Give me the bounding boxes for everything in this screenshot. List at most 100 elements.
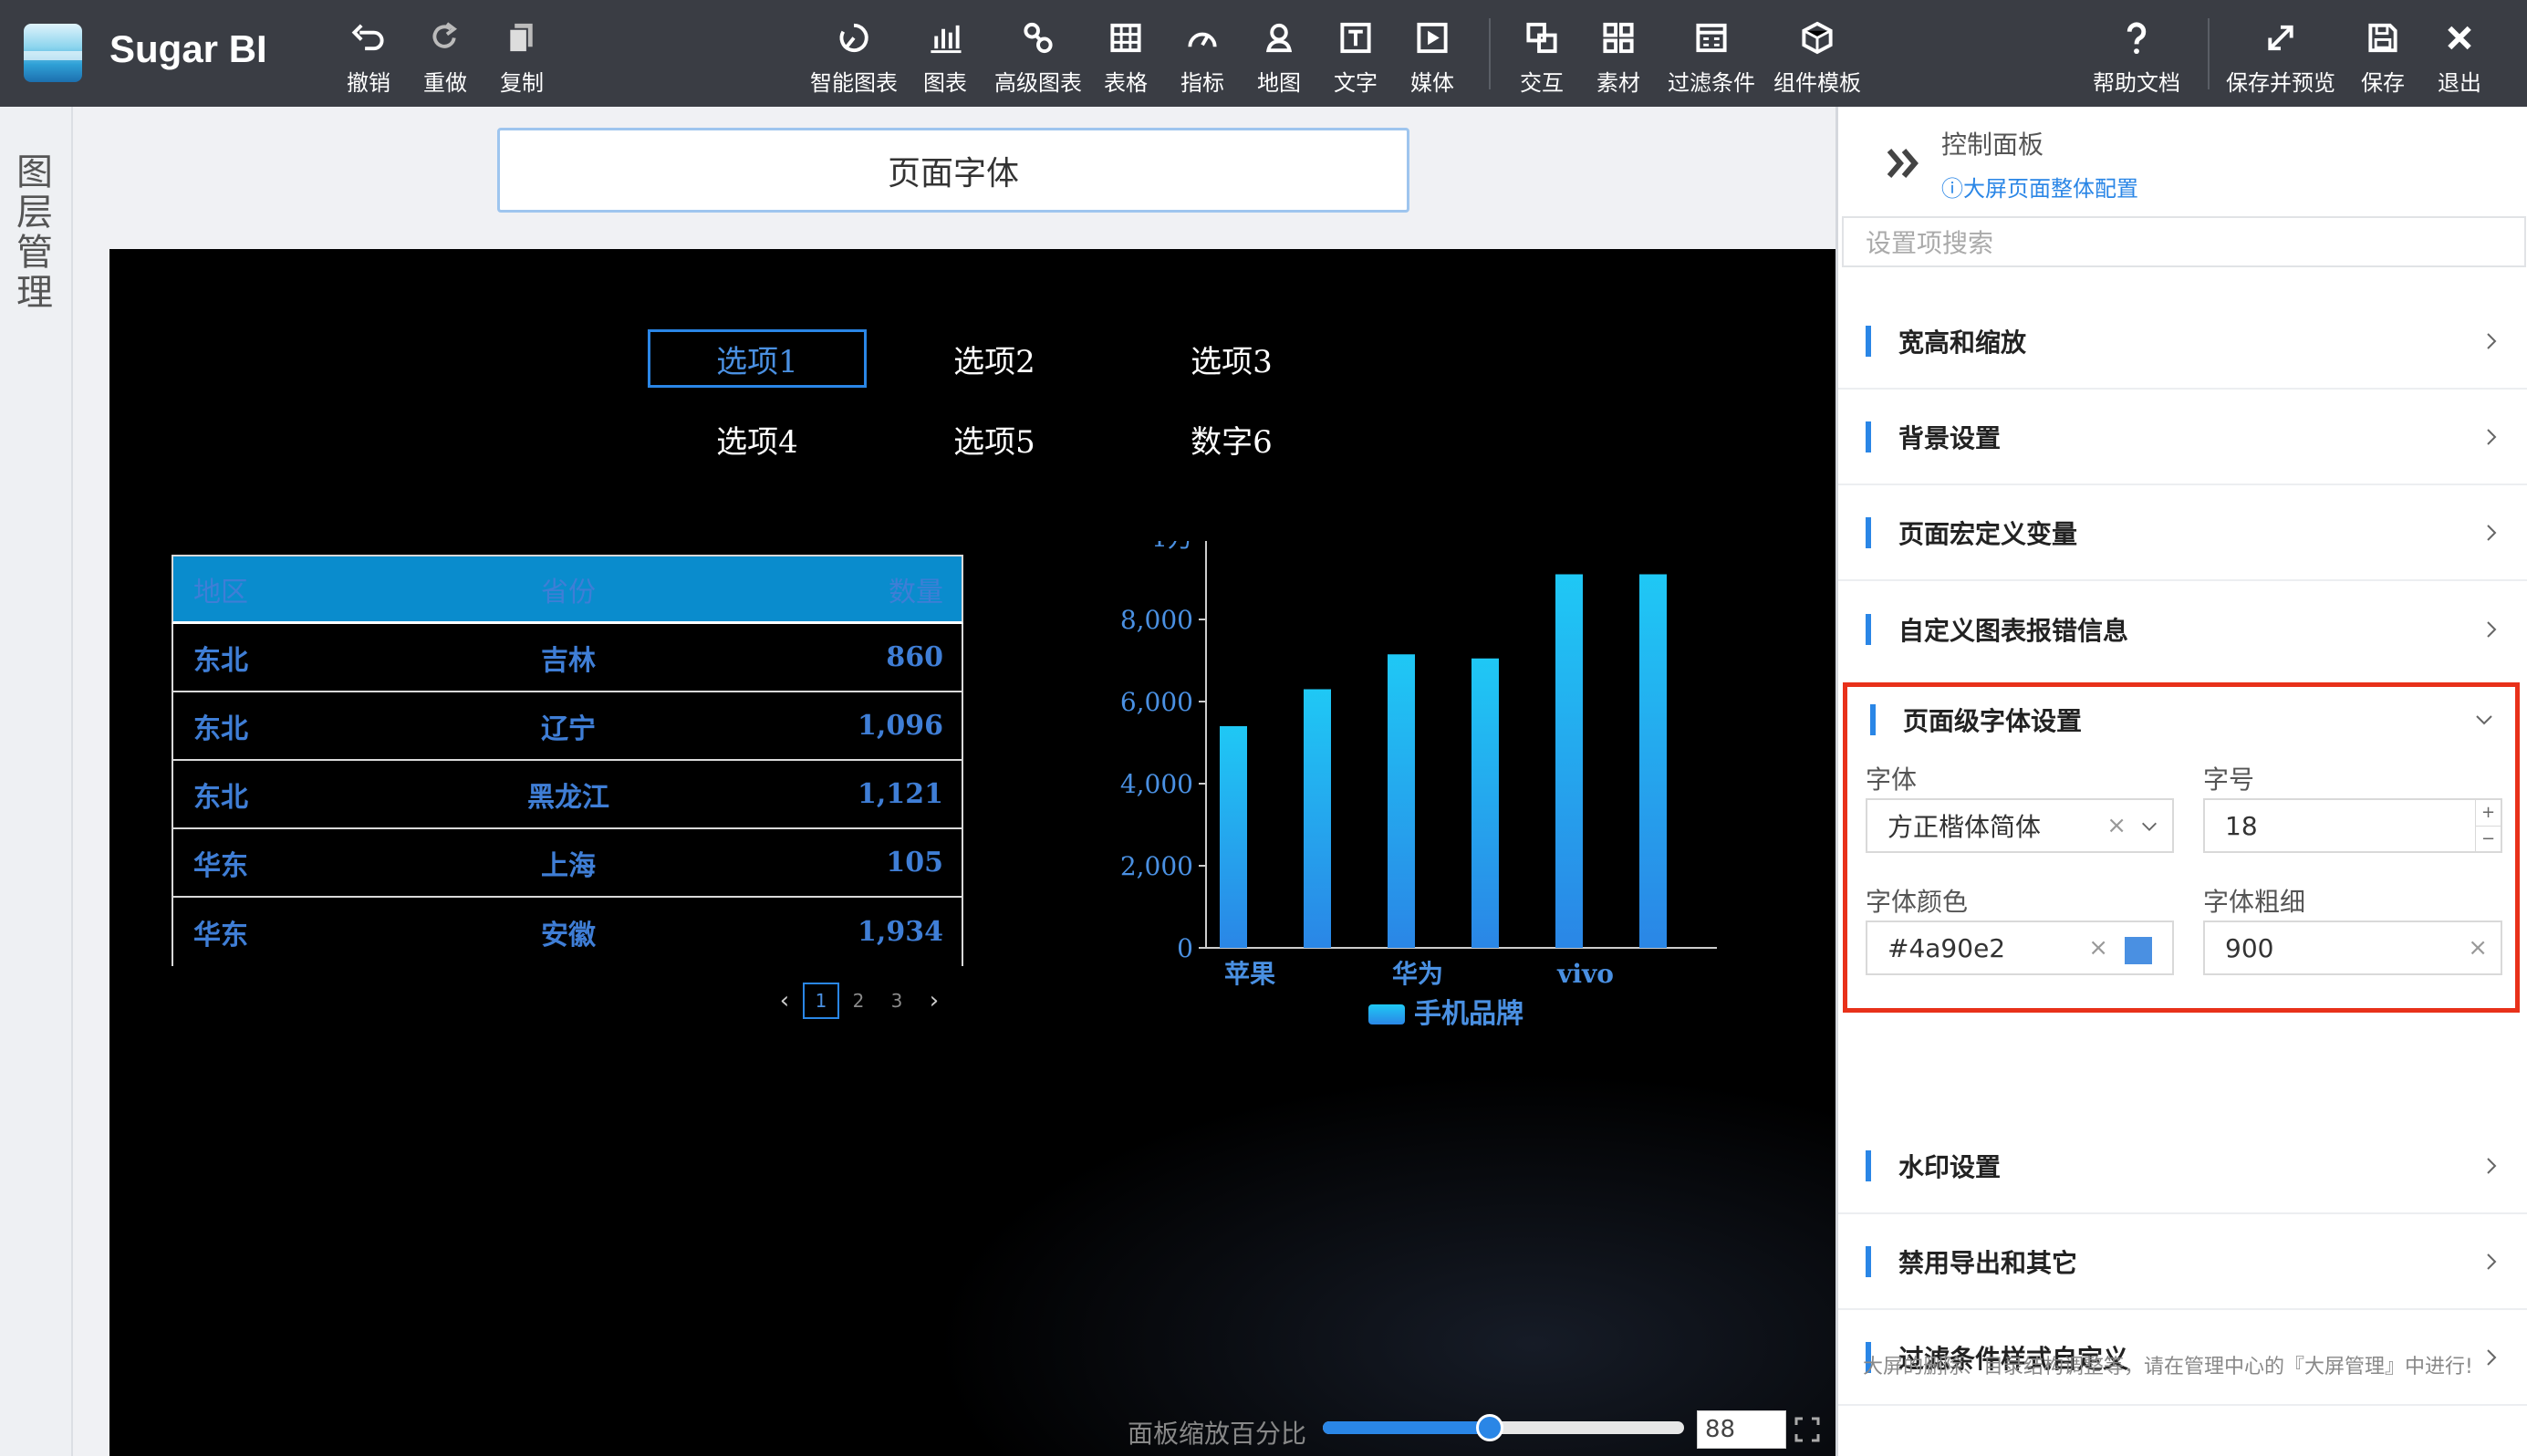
increment-button[interactable]: + [2476,800,2501,827]
font-family-select[interactable]: 方正楷体简体 × [1866,798,2174,853]
expand-icon [2268,25,2293,51]
table-row: 东北 辽宁 1,096 [172,692,963,761]
bar[interactable] [1639,574,1667,949]
section-chart-error[interactable]: 自定义图表报错信息 [1838,582,2527,677]
clear-icon[interactable]: × [2468,934,2488,962]
page-1-button[interactable]: 1 [803,983,839,1019]
option-tab-2[interactable]: 选项2 [885,329,1104,388]
help-icon [2127,22,2147,55]
table-icon [1110,23,1141,53]
bar[interactable] [1388,654,1415,948]
page-2-button[interactable]: 2 [839,982,878,1020]
exit-button[interactable]: 退出 [2434,15,2485,97]
zoom-slider[interactable] [1323,1414,1684,1441]
next-page-button[interactable]: › [916,982,952,1020]
cell-province: 上海 [541,849,596,882]
section-label: 页面宏定义变量 [1898,519,2078,549]
advanced-chart-icon [1024,22,1053,54]
legend-swatch[interactable] [1368,1004,1405,1024]
y-tick-label: 0 [1177,933,1193,963]
font-weight-input[interactable]: 900 × [2203,920,2502,975]
bar[interactable] [1304,689,1331,949]
page-title-component[interactable]: 页面字体 [497,128,1409,213]
zoom-slider-fill [1323,1421,1490,1434]
section-page-macro[interactable]: 页面宏定义变量 [1838,486,2527,581]
option-tab-6[interactable]: 数字6 [1122,410,1341,468]
option-tab-3[interactable]: 选项3 [1122,329,1341,388]
brand-name: Sugar BI [109,27,267,70]
option-tab-4[interactable]: 选项4 [648,410,867,468]
bar[interactable] [1220,726,1247,948]
collapse-panel-icon[interactable] [1884,143,1924,183]
page-config-help-link[interactable]: ⓘ大屏页面整体配置 [1941,171,2138,203]
chevron-down-icon [2142,822,2157,831]
undo-button[interactable]: 撤销 [341,15,396,97]
section-background[interactable]: 背景设置 [1838,390,2527,485]
interaction-button[interactable]: 交互 [1516,15,1567,97]
save-button[interactable]: 保存 [2357,15,2408,97]
chevron-right-icon [2487,1253,2497,1270]
cell-quantity: 1,121 [858,778,943,810]
settings-search-input[interactable]: 设置项搜索 [1842,216,2526,267]
save-and-preview-button[interactable]: 保存并预览 [2226,15,2335,97]
redo-button[interactable]: 重做 [418,15,473,97]
layer-management-panel[interactable]: 图层管理 [0,107,73,1456]
font-size-stepper[interactable]: + − [2475,800,2501,851]
cell-region: 东北 [193,644,248,677]
material-button[interactable]: 素材 [1593,15,1644,97]
option-tab-1[interactable]: 选项1 [648,329,867,388]
component-template-button[interactable]: 组件模板 [1770,15,1865,97]
x-tick-label: 华为 [1392,959,1443,989]
bar[interactable] [1471,658,1499,948]
zoom-percent-input[interactable]: 88 [1697,1410,1786,1449]
table-row: 华东 安徽 1,934 [172,898,963,966]
y-tick-label: 8,000 [1120,605,1193,635]
clear-icon[interactable]: × [2106,812,2127,839]
section-size-scale[interactable]: 宽高和缩放 [1838,295,2527,390]
smart-chart-icon [839,23,868,53]
smart-chart-button[interactable]: 智能图表 [806,15,901,97]
bar-chart[interactable]: 0 2,000 4,000 6,000 8,000 1万苹果 华为 vivo 手机品牌 [1095,541,1733,1034]
section-label: 禁用导出和其它 [1898,1248,2078,1278]
data-table[interactable]: 地区 省份 数量 东北 吉林 860 东北 辽宁 1,096 东北 黑龙江 1,… [172,555,963,966]
cell-region: 东北 [193,712,248,745]
font-weight-value: 900 [2225,932,2274,963]
section-marker [1866,1150,1871,1181]
fullscreen-icon[interactable] [1794,1416,1821,1443]
chart-button[interactable]: 图表 [920,15,971,97]
control-panel-title: 控制面板 [1941,130,2044,160]
filter-button[interactable]: 过滤条件 [1664,15,1759,97]
advanced-chart-button[interactable]: 高级图表 [991,15,1086,97]
media-button[interactable]: 媒体 [1407,15,1458,97]
color-swatch[interactable] [2125,937,2152,964]
font-size-input[interactable]: 18 + − [2203,798,2502,853]
x-tick-label: vivo [1556,959,1614,989]
bar-chart-icon [931,25,962,54]
map-button[interactable]: 地图 [1253,15,1305,97]
table-row: 东北 黑龙江 1,121 [172,761,963,829]
page-3-button[interactable]: 3 [878,982,916,1020]
table-button[interactable]: 表格 [1100,15,1151,97]
bar[interactable] [1555,574,1583,949]
font-color-input[interactable]: #4a90e2 × [1866,920,2174,975]
decrement-button[interactable]: − [2476,827,2501,852]
section-disable-export[interactable]: 禁用导出和其它 [1838,1215,2527,1310]
chevron-right-icon [2487,333,2497,349]
cell-quantity: 1,934 [858,916,943,948]
section-watermark[interactable]: 水印设置 [1838,1119,2527,1214]
filter-icon [1696,23,1727,53]
font-color-value: #4a90e2 [1887,932,2006,963]
metric-button[interactable]: 指标 [1177,15,1228,97]
option-tab-5[interactable]: 选项5 [885,410,1104,468]
font-section-header[interactable]: 页面级字体设置 [1847,687,2515,753]
zoom-slider-handle[interactable] [1476,1414,1503,1441]
clear-icon[interactable]: × [2088,934,2108,962]
copy-button[interactable]: 复制 [494,15,549,97]
help-docs-button[interactable]: 帮助文档 [2089,15,2184,97]
font-family-label: 字体 [1866,764,1918,795]
section-marker [1866,517,1871,548]
text-icon [1340,22,1371,54]
header-region: 地区 [193,576,248,608]
text-button[interactable]: 文字 [1330,15,1381,97]
prev-page-button[interactable]: ‹ [766,982,803,1020]
